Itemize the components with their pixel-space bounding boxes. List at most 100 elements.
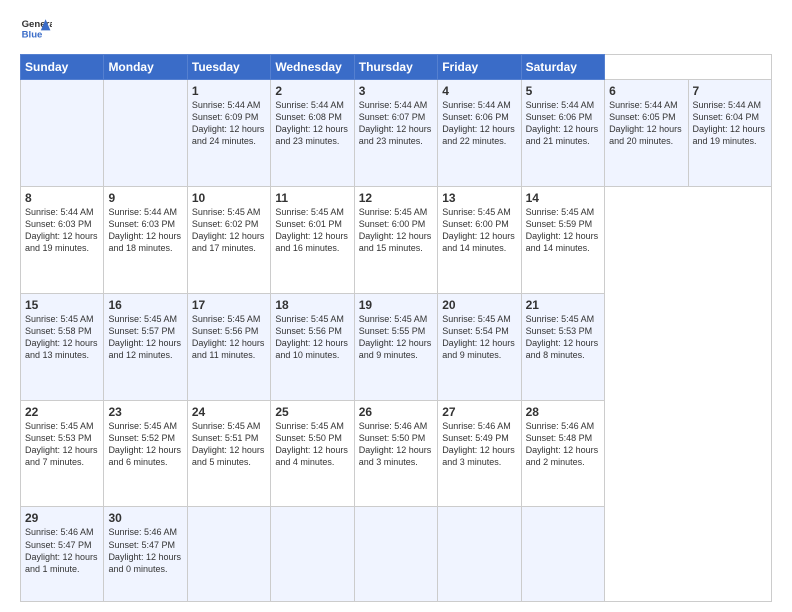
calendar-cell	[104, 80, 187, 187]
day-number: 24	[192, 405, 266, 419]
calendar-cell: 5Sunrise: 5:44 AMSunset: 6:06 PMDaylight…	[521, 80, 604, 187]
day-number: 17	[192, 298, 266, 312]
header: General Blue	[20, 16, 772, 44]
calendar-cell	[354, 507, 437, 602]
calendar-cell: 9 Sunrise: 5:44 AMSunset: 6:03 PMDaylight…	[104, 186, 187, 293]
day-number: 2	[275, 84, 349, 98]
day-info: Sunrise: 5:45 AMSunset: 5:54 PMDaylight:…	[442, 314, 515, 360]
calendar-cell: 3 Sunrise: 5:44 AMSunset: 6:07 PMDaylight…	[354, 80, 437, 187]
day-number: 9	[108, 191, 182, 205]
calendar-cell: 4 Sunrise: 5:44 AMSunset: 6:06 PMDaylight…	[438, 80, 521, 187]
calendar-cell: 1 Sunrise: 5:44 AMSunset: 6:09 PMDaylight…	[187, 80, 270, 187]
day-info: Sunrise: 5:45 AMSunset: 5:55 PMDaylight:…	[359, 314, 432, 360]
day-number: 18	[275, 298, 349, 312]
day-info: Sunrise: 5:44 AMSunset: 6:03 PMDaylight:…	[25, 207, 98, 253]
day-info: Sunrise: 5:45 AMSunset: 5:52 PMDaylight:…	[108, 421, 181, 467]
col-header-monday: Monday	[104, 55, 187, 80]
day-number: 20	[442, 298, 516, 312]
day-info: Sunrise: 5:45 AMSunset: 5:50 PMDaylight:…	[275, 421, 348, 467]
col-header-sunday: Sunday	[21, 55, 104, 80]
day-number: 6	[609, 84, 683, 98]
day-number: 19	[359, 298, 433, 312]
day-info: Sunrise: 5:45 AMSunset: 6:02 PMDaylight:…	[192, 207, 265, 253]
calendar-cell: 10 Sunrise: 5:45 AMSunset: 6:02 PMDayligh…	[187, 186, 270, 293]
logo-icon: General Blue	[20, 16, 52, 44]
calendar-cell	[271, 507, 354, 602]
day-info: Sunrise: 5:44 AMSunset: 6:08 PMDaylight:…	[275, 100, 348, 146]
day-info: Sunrise: 5:46 AMSunset: 5:48 PMDaylight:…	[526, 421, 599, 467]
day-info: Sunrise: 5:44 AMSunset: 6:03 PMDaylight:…	[108, 207, 181, 253]
day-number: 10	[192, 191, 266, 205]
day-info: Sunrise: 5:46 AMSunset: 5:47 PMDaylight:…	[25, 527, 98, 573]
col-header-wednesday: Wednesday	[271, 55, 354, 80]
day-number: 8	[25, 191, 99, 205]
day-number: 29	[25, 511, 99, 525]
calendar-cell: 30 Sunrise: 5:46 AMSunset: 5:47 PMDayligh…	[104, 507, 187, 602]
calendar-cell: 6 Sunrise: 5:44 AMSunset: 6:05 PMDaylight…	[605, 80, 688, 187]
day-info: Sunrise: 5:44 AMSunset: 6:07 PMDaylight:…	[359, 100, 432, 146]
day-info: Sunrise: 5:45 AMSunset: 5:51 PMDaylight:…	[192, 421, 265, 467]
day-info: Sunrise: 5:44 AMSunset: 6:04 PMDaylight:…	[693, 100, 766, 146]
day-number: 27	[442, 405, 516, 419]
day-number: 3	[359, 84, 433, 98]
calendar-cell: 14 Sunrise: 5:45 AMSunset: 5:59 PMDayligh…	[521, 186, 604, 293]
svg-text:Blue: Blue	[22, 30, 43, 41]
day-info: Sunrise: 5:45 AMSunset: 6:00 PMDaylight:…	[359, 207, 432, 253]
logo: General Blue	[20, 16, 56, 44]
day-number: 7	[693, 84, 768, 98]
day-number: 16	[108, 298, 182, 312]
day-info: Sunrise: 5:44 AMSunset: 6:09 PMDaylight:…	[192, 100, 265, 146]
day-info: Sunrise: 5:44 AMSunset: 6:05 PMDaylight:…	[609, 100, 682, 146]
calendar-cell: 22 Sunrise: 5:45 AMSunset: 5:53 PMDayligh…	[21, 400, 104, 507]
day-info: Sunrise: 5:45 AMSunset: 5:59 PMDaylight:…	[526, 207, 599, 253]
col-header-friday: Friday	[438, 55, 521, 80]
calendar-cell	[187, 507, 270, 602]
calendar-cell: 16 Sunrise: 5:45 AMSunset: 5:57 PMDayligh…	[104, 293, 187, 400]
calendar-cell: 2 Sunrise: 5:44 AMSunset: 6:08 PMDaylight…	[271, 80, 354, 187]
calendar-cell: 19 Sunrise: 5:45 AMSunset: 5:55 PMDayligh…	[354, 293, 437, 400]
col-header-thursday: Thursday	[354, 55, 437, 80]
day-info: Sunrise: 5:46 AMSunset: 5:50 PMDaylight:…	[359, 421, 432, 467]
day-number: 4	[442, 84, 516, 98]
calendar-cell: 21Sunrise: 5:45 AMSunset: 5:53 PMDayligh…	[521, 293, 604, 400]
calendar-cell: 27 Sunrise: 5:46 AMSunset: 5:49 PMDayligh…	[438, 400, 521, 507]
day-info: Sunrise: 5:46 AMSunset: 5:47 PMDaylight:…	[108, 527, 181, 573]
calendar-cell: 18 Sunrise: 5:45 AMSunset: 5:56 PMDayligh…	[271, 293, 354, 400]
day-number: 1	[192, 84, 266, 98]
day-info: Sunrise: 5:45 AMSunset: 5:57 PMDaylight:…	[108, 314, 181, 360]
col-header-saturday: Saturday	[521, 55, 604, 80]
day-info: Sunrise: 5:45 AMSunset: 5:58 PMDaylight:…	[25, 314, 98, 360]
day-number: 14	[526, 191, 600, 205]
day-info: Sunrise: 5:45 AMSunset: 6:01 PMDaylight:…	[275, 207, 348, 253]
calendar-cell: 20 Sunrise: 5:45 AMSunset: 5:54 PMDayligh…	[438, 293, 521, 400]
calendar-cell: 17 Sunrise: 5:45 AMSunset: 5:56 PMDayligh…	[187, 293, 270, 400]
page: General Blue SundayMondayTuesdayWednesda…	[0, 0, 792, 612]
calendar-cell: 15Sunrise: 5:45 AMSunset: 5:58 PMDayligh…	[21, 293, 104, 400]
day-info: Sunrise: 5:45 AMSunset: 5:53 PMDaylight:…	[25, 421, 98, 467]
day-number: 30	[108, 511, 182, 525]
calendar-cell: 25Sunrise: 5:45 AMSunset: 5:50 PMDayligh…	[271, 400, 354, 507]
calendar-cell	[521, 507, 604, 602]
calendar-cell: 28 Sunrise: 5:46 AMSunset: 5:48 PMDayligh…	[521, 400, 604, 507]
day-number: 22	[25, 405, 99, 419]
calendar-cell	[21, 80, 104, 187]
calendar-cell: 24 Sunrise: 5:45 AMSunset: 5:51 PMDayligh…	[187, 400, 270, 507]
calendar-cell: 23Sunrise: 5:45 AMSunset: 5:52 PMDayligh…	[104, 400, 187, 507]
day-info: Sunrise: 5:44 AMSunset: 6:06 PMDaylight:…	[442, 100, 515, 146]
day-number: 12	[359, 191, 433, 205]
col-header-tuesday: Tuesday	[187, 55, 270, 80]
day-number: 5	[526, 84, 600, 98]
day-info: Sunrise: 5:45 AMSunset: 5:56 PMDaylight:…	[275, 314, 348, 360]
calendar-cell: 13 Sunrise: 5:45 AMSunset: 6:00 PMDayligh…	[438, 186, 521, 293]
day-info: Sunrise: 5:46 AMSunset: 5:49 PMDaylight:…	[442, 421, 515, 467]
calendar-cell	[438, 507, 521, 602]
day-info: Sunrise: 5:45 AMSunset: 5:56 PMDaylight:…	[192, 314, 265, 360]
day-number: 28	[526, 405, 600, 419]
calendar-cell: 26Sunrise: 5:46 AMSunset: 5:50 PMDayligh…	[354, 400, 437, 507]
calendar-table: SundayMondayTuesdayWednesdayThursdayFrid…	[20, 54, 772, 602]
day-number: 21	[526, 298, 600, 312]
day-number: 11	[275, 191, 349, 205]
day-info: Sunrise: 5:45 AMSunset: 6:00 PMDaylight:…	[442, 207, 515, 253]
calendar-cell: 7 Sunrise: 5:44 AMSunset: 6:04 PMDaylight…	[688, 80, 772, 187]
day-number: 13	[442, 191, 516, 205]
